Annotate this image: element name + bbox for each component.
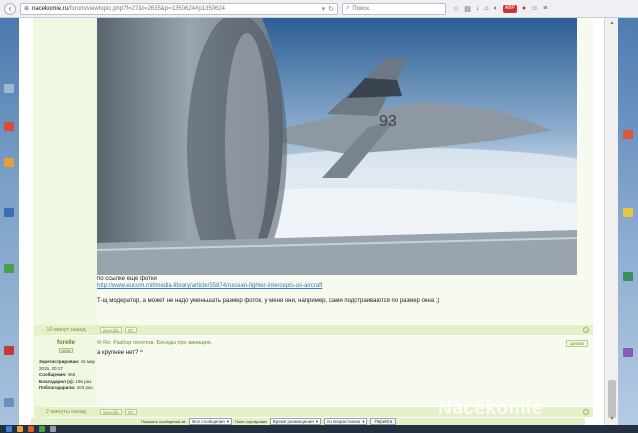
globe-icon: ⊕ bbox=[24, 6, 30, 12]
home-icon[interactable]: ⌂ bbox=[484, 5, 488, 13]
scroll-top-icon[interactable]: ↑ bbox=[583, 409, 589, 415]
address-bar[interactable]: ⊕ nacekomie.ru/forum/viewtopic.php?f=27&… bbox=[20, 2, 338, 15]
app-icon[interactable] bbox=[39, 426, 45, 432]
post-caption: по ссылке еще фотки bbox=[97, 276, 157, 282]
reader-icon[interactable]: ▤ bbox=[464, 5, 471, 13]
scroll-up-icon[interactable]: ▲ bbox=[608, 19, 616, 27]
profile-column bbox=[35, 18, 97, 325]
start-icon[interactable] bbox=[6, 426, 12, 432]
desktop-icon[interactable] bbox=[623, 130, 633, 139]
desktop-icon[interactable] bbox=[623, 28, 633, 37]
firefox-icon[interactable] bbox=[28, 426, 34, 432]
explorer-icon[interactable] bbox=[17, 426, 23, 432]
search-placeholder: Поиск bbox=[352, 5, 370, 12]
back-icon[interactable]: ‹ bbox=[4, 2, 16, 15]
desktop-icon[interactable] bbox=[4, 208, 14, 217]
stat-registered: Зарегистрирован: 16 мар 2015, 20:17 bbox=[39, 359, 95, 371]
desktop-icon[interactable] bbox=[623, 272, 633, 281]
taskbar bbox=[0, 425, 638, 433]
post-time: 10 минут назад bbox=[46, 327, 86, 333]
post-link[interactable]: http://www.eucom.mil/media-library/artic… bbox=[97, 283, 322, 289]
scroll-thumb[interactable] bbox=[608, 380, 616, 418]
search-input[interactable]: ⌕ Поиск bbox=[342, 2, 446, 15]
star-icon[interactable]: ☆ bbox=[453, 5, 459, 13]
online-badge: online bbox=[59, 348, 73, 353]
app-icon[interactable] bbox=[50, 426, 56, 432]
desktop-icon[interactable] bbox=[623, 348, 633, 357]
desktop-icon[interactable] bbox=[4, 158, 14, 167]
url-path: /forum/viewtopic.php?f=27&t=2635&p=13506… bbox=[68, 5, 226, 12]
stat-thanks-received: Поблагодарили: 203 раз. bbox=[39, 385, 94, 390]
go-button[interactable]: Перейти bbox=[370, 418, 397, 425]
desktop-left bbox=[0, 18, 19, 425]
desktop-icon[interactable] bbox=[4, 264, 14, 273]
post-time: 2 минуты назад bbox=[45, 409, 87, 415]
post-title[interactable]: ✉ Re: Разбор полетов. Беседы про авиацию… bbox=[97, 340, 212, 346]
post-body: а крупнее нет? ^ bbox=[97, 350, 143, 356]
extension-icon[interactable]: ● bbox=[522, 5, 526, 13]
report-button[interactable]: жалоба bbox=[100, 409, 122, 415]
dropdown-icon[interactable]: ▾ bbox=[322, 5, 326, 13]
adblock-icon[interactable]: ABP bbox=[502, 4, 517, 13]
period-select[interactable]: Все сообщения ▾ bbox=[189, 418, 233, 425]
sort-field-label: Поле сортировки bbox=[235, 419, 267, 424]
quote-button[interactable]: цитата bbox=[565, 340, 588, 347]
jet-photo: 93 bbox=[97, 18, 577, 275]
menu-icon[interactable]: ≡ bbox=[543, 5, 547, 13]
forum-page: 93 по ссылке еще фотки http://www.eucom.… bbox=[19, 18, 618, 425]
desktop-right bbox=[618, 18, 638, 425]
scroll-down-icon[interactable]: ▼ bbox=[608, 415, 616, 423]
chevron-down-icon: ▾ bbox=[226, 418, 230, 424]
desktop-icon[interactable] bbox=[4, 84, 14, 93]
smiley-icon[interactable]: ☺ bbox=[531, 5, 538, 13]
show-posts-label: Показать сообщения за: bbox=[141, 419, 187, 424]
post bbox=[35, 336, 593, 406]
jet-number: 93 bbox=[379, 113, 397, 130]
username[interactable]: forelle bbox=[35, 340, 97, 346]
profile-stats: Зарегистрирован: 16 мар 2015, 20:17 Сооб… bbox=[39, 359, 96, 392]
post-footer: 10 минут назад жалоба ЛС ↑ bbox=[35, 325, 593, 335]
desktop-icon[interactable] bbox=[623, 208, 633, 217]
post-note: Т-щ модератор, а может не надо уменьшать… bbox=[97, 298, 440, 304]
browser-toolbar: ‹ ⊕ nacekomie.ru/forum/viewtopic.php?f=2… bbox=[0, 0, 638, 18]
download-icon[interactable]: ↓ bbox=[476, 5, 480, 13]
post-photo[interactable]: 93 bbox=[97, 18, 577, 275]
url-domain: nacekomie.ru bbox=[32, 5, 69, 12]
search-icon: ⌕ bbox=[346, 5, 350, 11]
pm-button[interactable]: ЛС bbox=[124, 327, 137, 333]
scroll-top-icon[interactable]: ↑ bbox=[583, 327, 589, 333]
desktop-icon[interactable] bbox=[4, 346, 14, 355]
reload-icon[interactable]: ↻ bbox=[328, 5, 334, 13]
desktop-icon[interactable] bbox=[4, 122, 14, 131]
sort-select[interactable]: Время размещения ▾ bbox=[269, 418, 321, 425]
pocket-icon[interactable]: ◐ bbox=[494, 5, 498, 13]
order-select[interactable]: по возрастанию ▾ bbox=[324, 418, 368, 425]
page-scrollbar[interactable]: ▲ ▼ bbox=[604, 18, 618, 425]
chevron-down-icon: ▾ bbox=[315, 418, 318, 424]
watermark: Nacekomie bbox=[438, 398, 543, 419]
report-button[interactable]: жалоба bbox=[100, 327, 122, 333]
desktop-icon[interactable] bbox=[4, 398, 14, 407]
chevron-down-icon: ▾ bbox=[362, 418, 365, 424]
pm-button[interactable]: ЛС bbox=[124, 409, 137, 415]
